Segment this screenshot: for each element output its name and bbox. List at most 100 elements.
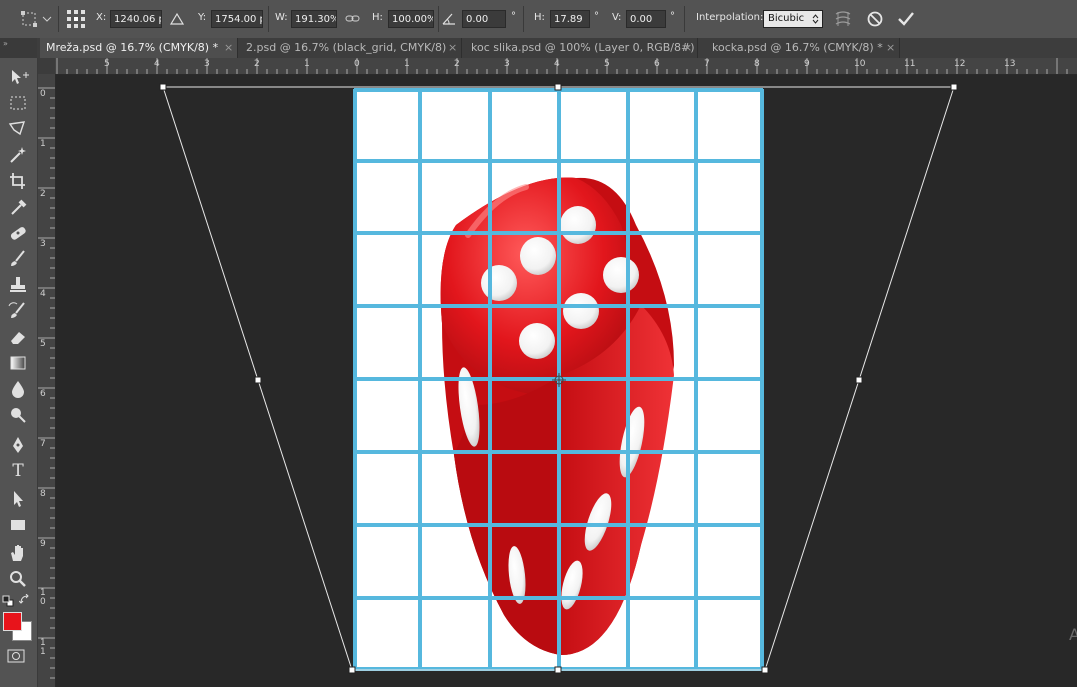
rotate-angle-icon [442, 13, 455, 25]
handle-top-left[interactable] [159, 83, 167, 91]
rotate-field[interactable]: 0.00 [462, 10, 506, 28]
tab-mreza[interactable]: Mreža.psd @ 16.7% (CMYK/8) * × [40, 38, 238, 58]
close-icon[interactable]: × [224, 38, 233, 57]
lasso-tool-icon[interactable] [5, 118, 31, 140]
close-icon[interactable]: × [683, 38, 692, 57]
commit-transform-icon[interactable] [897, 10, 915, 28]
height-field[interactable]: 100.00% [388, 10, 434, 28]
w-label: W: [275, 12, 288, 23]
dodge-icon[interactable] [5, 404, 31, 426]
clone-stamp-icon[interactable] [5, 274, 31, 296]
interpolation-select[interactable]: Bicubic [763, 10, 823, 28]
hskew-field[interactable]: 17.89 [550, 10, 590, 28]
tab-label: kocka.psd @ 16.7% (CMYK/8) * [712, 41, 883, 54]
type-tool-icon[interactable]: T [5, 460, 31, 482]
handle-bottom-left[interactable] [348, 666, 356, 674]
ruler-label: 3 [40, 239, 46, 249]
handle-middle-right[interactable] [855, 376, 863, 384]
ruler-label: 0 [40, 89, 46, 99]
rotate-unit: ° [511, 11, 516, 22]
cancel-transform-icon[interactable] [866, 10, 884, 28]
ruler-label: 6 [40, 389, 46, 399]
vskew-field[interactable]: 0.00 [626, 10, 666, 28]
link-icon[interactable] [345, 13, 361, 25]
canvas-artwork [159, 83, 958, 674]
path-selection-icon[interactable] [5, 488, 31, 510]
panel-collapse-area: » [0, 38, 37, 58]
quick-mask-icon[interactable] [6, 648, 28, 664]
marquee-tool-icon[interactable] [5, 92, 31, 114]
ruler-label: 3 [504, 59, 510, 69]
tab-label: Mreža.psd @ 16.7% (CMYK/8) * [46, 41, 219, 54]
pen-tool-icon[interactable] [5, 434, 31, 456]
interpolation-value: Bicubic [768, 13, 805, 24]
chevron-down-icon[interactable] [42, 15, 52, 23]
brush-tool-icon[interactable] [5, 248, 31, 270]
hskew-label: H: [534, 12, 545, 23]
blur-icon[interactable] [5, 378, 31, 400]
eraser-icon[interactable] [5, 326, 31, 348]
edge-text: A [1069, 625, 1077, 644]
history-brush-icon[interactable] [5, 300, 31, 322]
x-field[interactable]: 1240.06 px [110, 10, 162, 28]
hand-tool-icon[interactable] [5, 542, 31, 564]
eyedropper-icon[interactable] [5, 196, 31, 218]
tab-koc-slika[interactable]: koc slika.psd @ 100% (Layer 0, RGB/8#) × [465, 38, 698, 58]
default-colors-icon[interactable] [2, 595, 14, 607]
handle-bottom-right[interactable] [761, 666, 769, 674]
ruler-label: 9 [804, 59, 810, 69]
ruler-label: 0 [354, 59, 360, 69]
handle-middle-left[interactable] [254, 376, 262, 384]
handle-top-right[interactable] [950, 83, 958, 91]
ruler-label: 11 [904, 59, 916, 69]
zoom-tool-icon[interactable] [5, 568, 31, 590]
handle-bottom-center[interactable] [554, 666, 562, 674]
ruler-label: 5 [40, 339, 46, 349]
swap-colors-icon[interactable] [19, 594, 31, 606]
width-field[interactable]: 191.30% [291, 10, 337, 28]
healing-brush-icon[interactable] [5, 222, 31, 244]
x-label: X: [96, 12, 107, 23]
transform-tool-icon[interactable] [20, 10, 38, 28]
relative-position-icon[interactable] [170, 12, 184, 26]
rectangle-tool-icon[interactable] [5, 514, 31, 536]
close-icon[interactable]: × [886, 38, 895, 57]
ruler-label: 9 [40, 539, 46, 549]
ruler-label: 5 [604, 59, 610, 69]
document-canvas[interactable]: A [56, 75, 1077, 687]
ruler-label: 12 [954, 59, 966, 69]
vertical-ruler[interactable]: 0 1 2 3 4 5 6 7 8 9 10 11 [37, 74, 56, 687]
ruler-label: 10 [854, 59, 866, 69]
options-bar: X: 1240.06 px Y: 1754.00 px W: 191.30% H… [0, 0, 1077, 39]
magic-wand-icon[interactable] [5, 144, 31, 166]
horizontal-ruler[interactable]: 5 4 3 2 1 0 1 2 3 4 5 6 7 8 9 10 11 12 1… [55, 58, 1077, 75]
tools-panel: T [0, 58, 38, 687]
vskew-label: V: [612, 12, 622, 23]
tab-2psd[interactable]: 2.psd @ 16.7% (black_grid, CMYK/8) × [240, 38, 462, 58]
ruler-label: 1 [404, 59, 410, 69]
close-icon[interactable]: × [448, 38, 457, 57]
warp-mode-icon[interactable] [833, 9, 853, 29]
ruler-label: 1 [304, 59, 310, 69]
move-tool-icon[interactable] [5, 66, 31, 88]
ruler-label: 1 [40, 139, 46, 149]
tab-label: 2.psd @ 16.7% (black_grid, CMYK/8) [246, 41, 447, 54]
hskew-unit: ° [594, 11, 599, 22]
ruler-label: 4 [40, 289, 46, 299]
y-field[interactable]: 1754.00 px [211, 10, 263, 28]
ruler-label: 8 [754, 59, 760, 69]
ruler-label: 2 [254, 59, 260, 69]
ruler-label: 8 [40, 489, 46, 499]
ruler-label: 7 [704, 59, 710, 69]
foreground-color-swatch[interactable] [3, 612, 22, 631]
ruler-label: 11 [40, 638, 46, 657]
interpolation-label: Interpolation: [696, 12, 764, 23]
gradient-icon[interactable] [5, 352, 31, 374]
reference-point-icon[interactable] [66, 9, 86, 29]
tab-kocka[interactable]: kocka.psd @ 16.7% (CMYK/8) * × [706, 38, 900, 58]
crop-tool-icon[interactable] [5, 170, 31, 192]
collapse-icon[interactable]: » [3, 39, 8, 48]
ruler-label: 6 [654, 59, 660, 69]
ruler-corner[interactable] [37, 58, 55, 74]
handle-top-center[interactable] [554, 83, 562, 91]
